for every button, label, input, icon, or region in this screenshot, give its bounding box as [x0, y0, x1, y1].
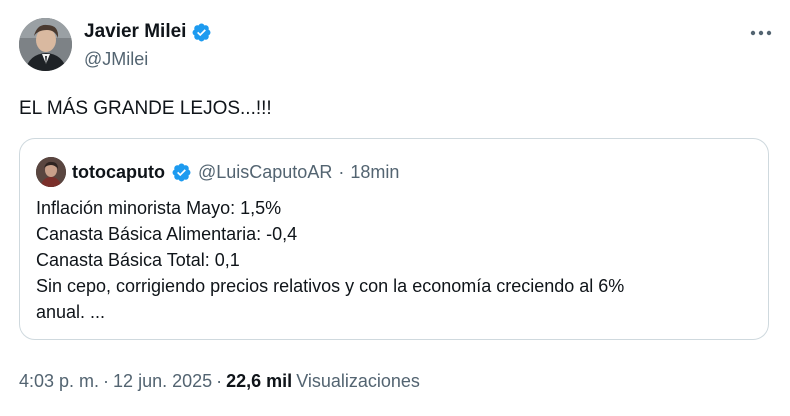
verified-badge-icon	[192, 23, 211, 41]
views-label[interactable]: Visualizaciones	[296, 369, 420, 393]
tweet-date[interactable]: 12 jun. 2025	[113, 369, 212, 393]
footer-separator: ·	[103, 371, 110, 391]
quoted-tweet-header: totocaputo @LuisCaputoAR · 18min	[36, 157, 399, 187]
tweet-text: EL MÁS GRANDE LEJOS...!!!	[19, 98, 272, 119]
quoted-verified-badge-icon	[172, 163, 191, 181]
quoted-text-line: Canasta Básica Total: 0,1	[36, 250, 240, 270]
quoted-text-line: anual. ...	[36, 302, 106, 322]
author-handle[interactable]: @JMilei	[84, 48, 148, 70]
quoted-text-line: Inflación minorista Mayo: 1,5%	[36, 198, 282, 218]
quoted-tweet-card[interactable]: totocaputo @LuisCaputoAR · 18min Inflaci…	[19, 138, 769, 340]
quoted-tweet-text: Inflación minorista Mayo: 1,5% Canasta B…	[36, 195, 746, 325]
quoted-avatar-photo	[36, 157, 66, 187]
tweet-time[interactable]: 4:03 p. m.	[19, 369, 99, 393]
tweet-footer: 4:03 p. m. · 12 jun. 2025 · 22,6 mil Vis…	[19, 369, 420, 393]
author-avatar[interactable]	[19, 18, 72, 71]
meta-separator: ·	[338, 162, 345, 182]
views-count[interactable]: 22,6 mil	[226, 369, 292, 393]
footer-separator: ·	[216, 371, 223, 391]
quoted-author-handle: @LuisCaputoAR	[197, 162, 333, 182]
quoted-author-name: totocaputo	[72, 162, 165, 182]
author-name[interactable]: Javier Milei	[84, 20, 212, 44]
quoted-text-line: Sin cepo, corrigiendo precios relativos …	[36, 276, 625, 296]
more-options-button[interactable]	[744, 20, 778, 46]
quoted-text-line: Canasta Básica Alimentaria: -0,4	[36, 224, 298, 244]
quoted-tweet-time: 18min	[350, 162, 400, 182]
author-name-text: Javier Milei	[84, 21, 187, 42]
avatar-photo	[19, 18, 72, 71]
quoted-author-avatar	[36, 157, 66, 187]
more-horizontal-icon	[750, 30, 772, 36]
